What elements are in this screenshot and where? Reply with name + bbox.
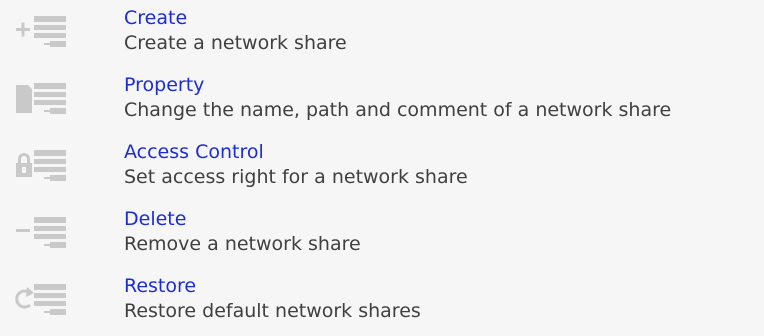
network-share-actions: Create Create a network share Property C…: [0, 0, 764, 336]
delete-share-icon[interactable]: [12, 217, 92, 257]
action-delete[interactable]: Delete Remove a network share: [0, 201, 764, 267]
action-restore[interactable]: Restore Restore default network shares: [0, 268, 764, 334]
action-restore-description: Restore default network shares: [124, 300, 421, 322]
action-access-control[interactable]: Access Control Set access right for a ne…: [0, 134, 764, 200]
action-create[interactable]: Create Create a network share: [0, 0, 764, 66]
restore-share-icon[interactable]: [12, 284, 92, 324]
action-create-title[interactable]: Create: [124, 6, 187, 30]
action-restore-title[interactable]: Restore: [124, 274, 196, 298]
action-property-title[interactable]: Property: [124, 73, 204, 97]
action-delete-description: Remove a network share: [124, 233, 361, 255]
create-share-icon[interactable]: [12, 16, 92, 56]
access-control-icon[interactable]: [12, 150, 92, 190]
action-access-control-title[interactable]: Access Control: [124, 140, 264, 164]
action-property-description: Change the name, path and comment of a n…: [124, 99, 672, 121]
action-delete-title[interactable]: Delete: [124, 207, 186, 231]
action-access-control-description: Set access right for a network share: [124, 166, 468, 188]
property-share-icon[interactable]: [12, 83, 92, 123]
action-property[interactable]: Property Change the name, path and comme…: [0, 67, 764, 133]
action-create-description: Create a network share: [124, 32, 347, 54]
